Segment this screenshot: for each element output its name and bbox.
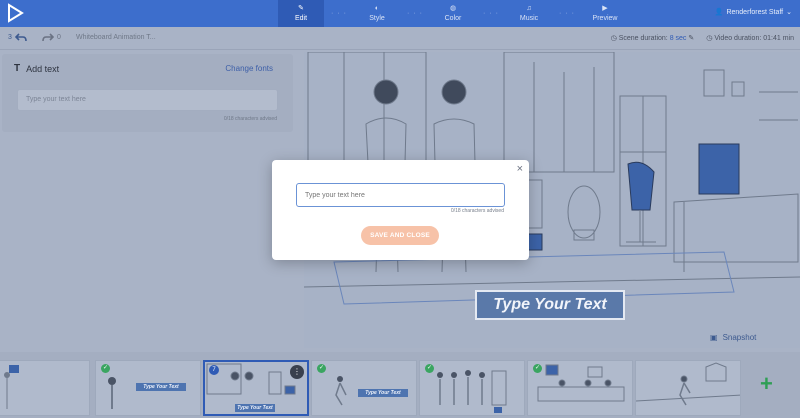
step-label: Edit [294,15,308,22]
redo-count: 0 [57,34,61,41]
clock-icon: ◷ [610,35,617,42]
character-count: 0/18 characters advised [223,116,277,122]
app-logo-icon[interactable] [4,2,26,24]
editor-steps: ✎ Edit · · · ◐ Style · · · ◍ Color · · ·… [278,0,628,27]
pencil-icon: ✎ [298,5,304,12]
modal-character-count: 0/18 characters advised [450,208,504,214]
step-separator: · · · [407,10,423,17]
thumb-text-banner: Type Your Text [136,383,186,391]
scene-thumbnail[interactable] [0,360,90,416]
scene-thumbnail-selected[interactable]: 7 ⋮ Type Your Text [203,360,309,416]
close-icon[interactable]: × [517,164,523,175]
pencil-icon: ✎ [688,35,695,42]
scene-duration[interactable]: ◷ Scene duration: 8 sec ✎ [611,34,695,42]
play-icon: ▶ [602,5,608,12]
scene-duration-label: Scene duration: [618,35,668,42]
scene-illustration [4,365,19,409]
chevron-down-icon: ⌄ [786,9,792,16]
redo-icon [42,33,54,42]
image-icon: ▣ [710,333,718,342]
scene-thumbnail[interactable]: ✓ Type Your Text [95,360,201,416]
step-separator: · · · [559,10,575,17]
panel-title: Add text [26,63,60,74]
step-preview[interactable]: ▶ Preview [582,0,628,27]
scene-thumbnail[interactable] [635,360,741,416]
redo-button[interactable]: 0 [42,33,61,42]
step-color[interactable]: ◍ Color [430,0,476,27]
text-icon: T [14,63,21,74]
step-label: Color [444,15,462,22]
music-note-icon: ♫ [526,5,532,12]
add-text-heading: T Add text [14,63,59,74]
user-icon: 👤 [714,9,724,16]
scene-illustration [636,362,740,406]
clock-icon: ◷ [706,35,713,42]
thumb-text-banner: Type Your Text [358,389,408,397]
add-text-panel: T Add text Change fonts Type your text h… [2,54,293,132]
step-separator: · · · [331,10,347,17]
scene-timeline: ✓ Type Your Text 7 ⋮ Type Your Text ✓ Ty… [0,352,800,418]
modal-text-input[interactable] [296,183,505,207]
scene-illustration [537,364,625,402]
duration-info: ◷ Scene duration: 8 sec ✎ ◷ Video durati… [611,34,794,42]
text-input[interactable]: Type your text here [17,89,278,111]
user-menu[interactable]: 👤 Renderforest Staff ⌄ [714,8,792,17]
scene-thumbnail[interactable]: ✓ Type Your Text [311,360,417,416]
change-fonts-link[interactable]: Change fonts [225,64,273,73]
add-scene-button[interactable]: + [760,373,773,395]
text-placeholder-banner[interactable]: Type Your Text [475,290,625,320]
snapshot-button[interactable]: ▣ Snapshot [710,333,756,342]
step-label: Style [369,15,385,22]
video-duration-value: 01:41 min [763,35,794,42]
step-separator: · · · [483,10,499,17]
project-title[interactable]: Whiteboard Animation T... [76,34,156,41]
user-name: Renderforest Staff [726,8,784,16]
undo-button[interactable]: 3 [8,33,27,42]
thumb-text-banner: Type Your Text [235,404,275,412]
top-navigation-bar: ✎ Edit · · · ◐ Style · · · ◍ Color · · ·… [0,0,800,27]
color-drop-icon: ◍ [449,5,457,12]
step-style[interactable]: ◐ Style [354,0,400,27]
scene-illustration [437,370,507,413]
video-duration-label: Video duration: [714,35,762,42]
undo-icon [14,33,27,42]
snapshot-label: Snapshot [722,333,757,342]
step-label: Music [519,15,539,22]
undo-count: 3 [8,34,12,41]
step-label: Preview [592,15,618,22]
step-edit[interactable]: ✎ Edit [278,0,324,27]
scene-duration-value: 8 sec [669,35,687,42]
edit-text-modal: × 0/18 characters advised SAVE AND CLOSE [272,160,529,260]
step-music[interactable]: ♫ Music [506,0,552,27]
video-duration: ◷ Video duration: 01:41 min [706,34,794,42]
scene-thumbnail[interactable]: ✓ [419,360,525,416]
scene-thumbnail[interactable]: ✓ [527,360,633,416]
palette-icon: ◐ [374,5,380,12]
save-and-close-button[interactable]: SAVE AND CLOSE [361,226,439,245]
editor-toolbar: 3 0 Whiteboard Animation T... ◷ Scene du… [0,27,800,50]
